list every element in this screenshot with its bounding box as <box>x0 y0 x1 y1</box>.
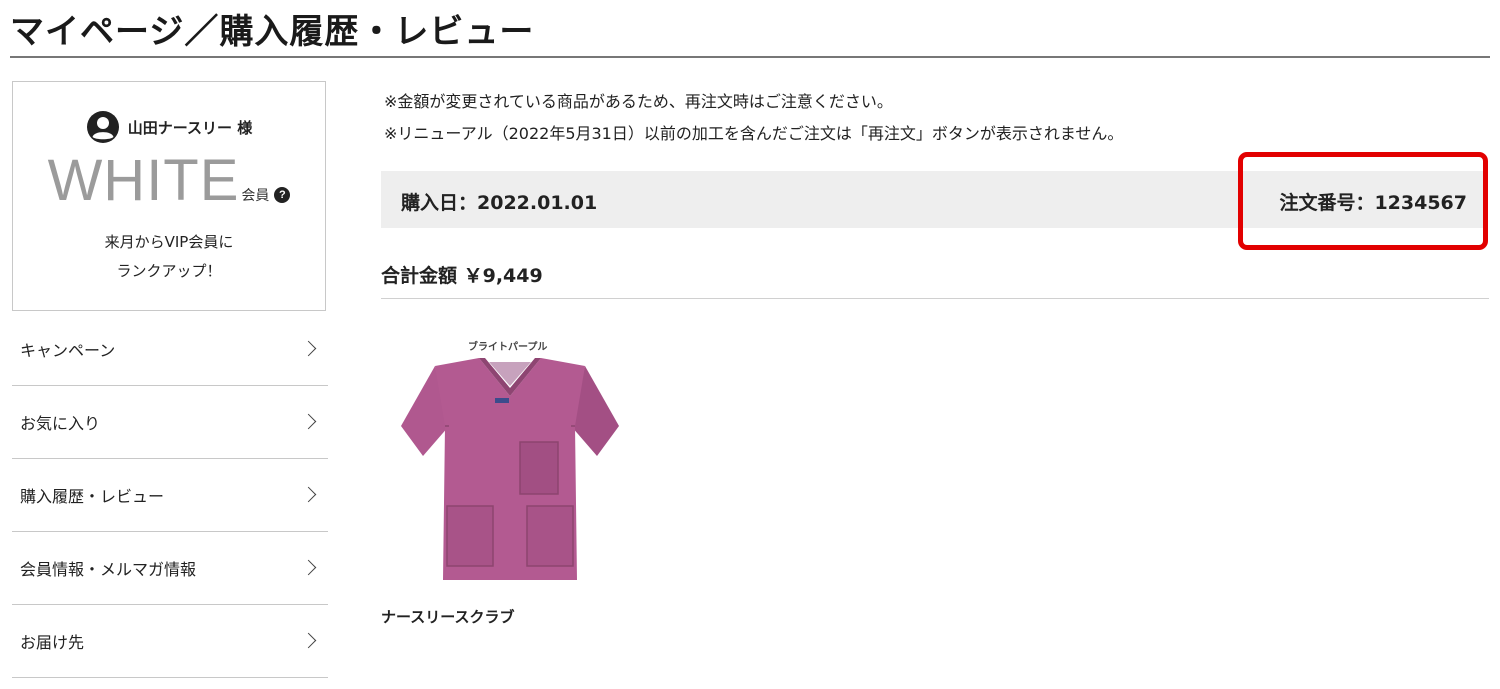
chevron-right-icon <box>300 632 317 649</box>
product-color-label: ブライトパープル <box>468 342 548 353</box>
rankup-line-2: ランクアップ！ <box>116 262 222 280</box>
reorder-notice: ※リニューアル（2022年5月31日）以前の加工を含んだご注文は「再注文」ボタン… <box>384 124 1124 143</box>
title-divider <box>10 56 1490 58</box>
product-name[interactable]: ナースリースクラブ <box>381 606 515 627</box>
total-divider <box>381 298 1489 299</box>
user-circle-icon <box>86 110 120 144</box>
chevron-right-icon <box>300 559 317 576</box>
member-name: 山田ナースリー 様 <box>127 118 253 137</box>
member-rank-suffix: 会員 <box>241 188 270 204</box>
order-number: 注文番号：1234567 <box>1279 192 1467 214</box>
rankup-message: 来月からVIP会員に ランクアップ！ <box>13 228 325 286</box>
purchase-date: 購入日：2022.01.01 <box>401 192 598 214</box>
chevron-right-icon <box>300 340 317 357</box>
menu-item-label: キャンペーン <box>20 341 116 360</box>
menu-item-label: 購入履歴・レビュー <box>20 487 165 506</box>
order-header-bar: 購入日：2022.01.01 注文番号：1234567 <box>381 171 1483 228</box>
member-name-row: 山田ナースリー 様 <box>13 110 325 144</box>
product-image[interactable] <box>395 356 625 586</box>
chevron-right-icon <box>300 413 317 430</box>
menu-item-label: お届け先 <box>20 633 85 652</box>
question-circle-icon[interactable]: ? <box>274 187 291 203</box>
member-rank-row: WHITE 会員 ? <box>13 152 325 210</box>
price-change-notice: ※金額が変更されている商品があるため、再注文時はご注意ください。 <box>384 92 893 111</box>
member-rank: WHITE <box>47 148 240 213</box>
mypage-menu: キャンペーン お気に入り 購入履歴・レビュー 会員情報・メルマガ情報 お届け先 <box>12 313 328 678</box>
page-title: マイページ／購入履歴・レビュー <box>10 12 535 52</box>
menu-item-favorites[interactable]: お気に入り <box>12 386 328 459</box>
menu-item-purchase-history[interactable]: 購入履歴・レビュー <box>12 459 328 532</box>
order-total: 合計金額 ￥9,449 <box>381 265 543 287</box>
menu-item-label: お気に入り <box>20 414 101 433</box>
member-card: 山田ナースリー 様 WHITE 会員 ? 来月からVIP会員に ランクアップ！ <box>12 81 326 311</box>
menu-item-member-info[interactable]: 会員情報・メルマガ情報 <box>12 532 328 605</box>
chevron-right-icon <box>300 486 317 503</box>
menu-item-label: 会員情報・メルマガ情報 <box>20 560 197 579</box>
menu-item-campaign[interactable]: キャンペーン <box>12 313 328 386</box>
rankup-line-1: 来月からVIP会員に <box>104 233 234 251</box>
menu-item-shipping-address[interactable]: お届け先 <box>12 605 328 678</box>
